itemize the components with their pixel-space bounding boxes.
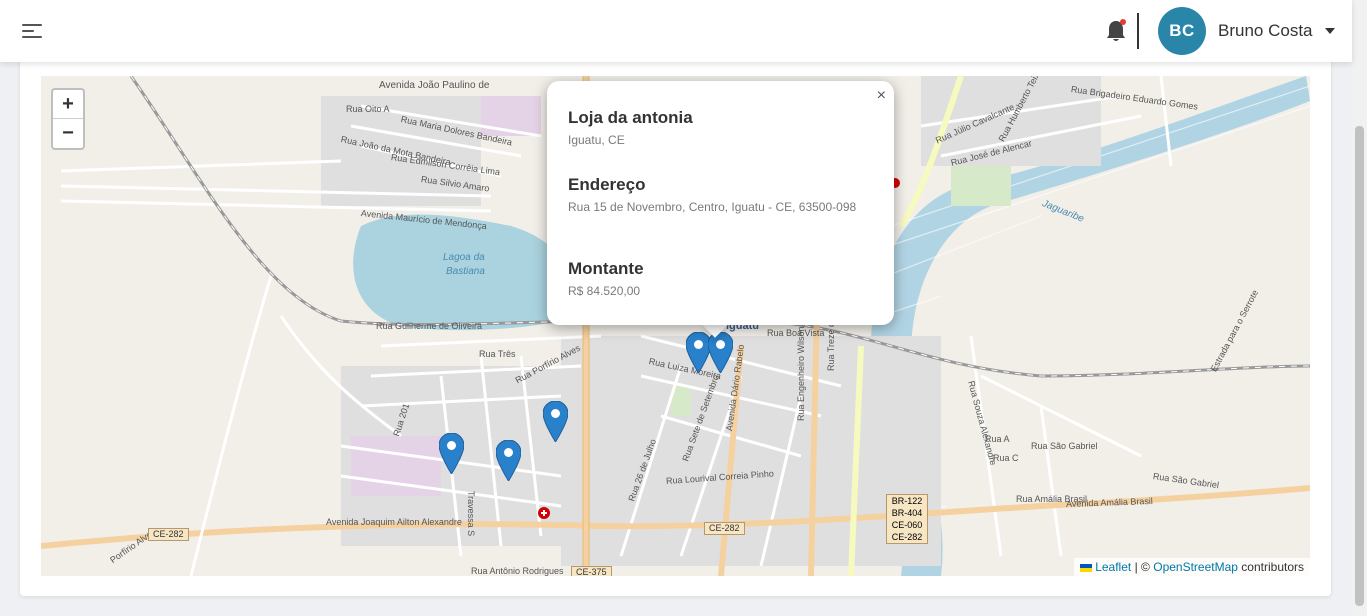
road-shield: BR-404 [891,508,923,518]
road-shield: CE-375 [571,566,612,576]
user-name[interactable]: Bruno Costa [1218,21,1313,41]
attribution-contributors: contributors [1241,560,1304,574]
map-marker-icon[interactable] [708,332,733,373]
ukraine-flag-icon [1079,564,1092,572]
map-label: Avenida João Paulino de [379,80,490,91]
top-navbar: BC Bruno Costa [0,0,1352,62]
road-shield: CE-282 [891,532,923,542]
map-label: Bastiana [446,266,485,277]
road-shield: CE-282 [704,522,745,535]
map-label: Travessa S [466,491,476,537]
page-scrollbar[interactable] [1352,0,1367,616]
popup-address-value: Rua 15 de Novembro, Centro, Iguatu - CE,… [568,200,857,214]
map-marker-icon[interactable] [496,440,521,481]
popup-amount-value: R$ 84.520,00 [568,284,641,298]
zoom-control: + − [51,88,85,150]
map-attribution: Leaflet | © OpenStreetMap contributors [1073,558,1310,576]
map-label: Rua Guilherme de Oliveira [376,321,483,331]
map-label: Lagoa da [443,252,485,263]
road-shield-group: BR-122 BR-404 CE-060 CE-282 [886,494,928,544]
map-label: Rua C [993,453,1019,463]
scrollbar-thumb[interactable] [1355,126,1364,606]
map-label: Rua São Gabriel [1031,441,1098,451]
menu-toggle-icon[interactable] [22,22,42,40]
leaflet-link[interactable]: Leaflet [1095,560,1131,574]
popup-amount-title: Montante [568,259,644,278]
zoom-in-button[interactable]: + [53,90,83,119]
popup-store-title: Loja da antonia [568,108,693,127]
popup-store-section: Loja da antonia Iguatu, CE [568,108,868,148]
attribution-separator: | [1134,560,1138,574]
map-marker-icon[interactable] [543,401,568,442]
avatar[interactable]: BC [1158,7,1206,55]
popup-address-section: Endereço Rua 15 de Novembro, Centro, Igu… [568,175,868,215]
popup-amount-section: Montante R$ 84.520,00 [568,259,868,299]
map-label: Rua Três [479,349,516,359]
store-popup: × Loja da antonia Iguatu, CE Endereço Ru… [547,81,894,325]
map-label: Rua Amália Brasil [1016,494,1088,504]
map-label: Rua Antônio Rodrigues [471,566,564,576]
chevron-down-icon[interactable] [1325,28,1335,34]
road-shield: BR-122 [891,496,923,506]
header-divider [1137,13,1139,49]
popup-address-title: Endereço [568,175,646,194]
map-marker-icon[interactable] [439,433,464,474]
map-label: Rua A [985,434,1010,444]
road-shield: CE-282 [148,528,189,541]
close-icon[interactable]: × [877,87,886,105]
map-container[interactable]: Avenida João Paulino de Rua Oito A Rua M… [41,76,1310,576]
map-label: Rua Oito A [346,104,390,114]
road-shield: CE-060 [891,520,923,530]
map-label: Avenida Joaquim Ailton Alexandre [326,517,462,527]
popup-store-location: Iguatu, CE [568,133,625,147]
zoom-out-button[interactable]: − [53,119,83,148]
osm-link[interactable]: OpenStreetMap [1153,560,1238,574]
attribution-copyright: © [1141,560,1150,574]
notification-bell-icon[interactable] [1105,19,1127,43]
